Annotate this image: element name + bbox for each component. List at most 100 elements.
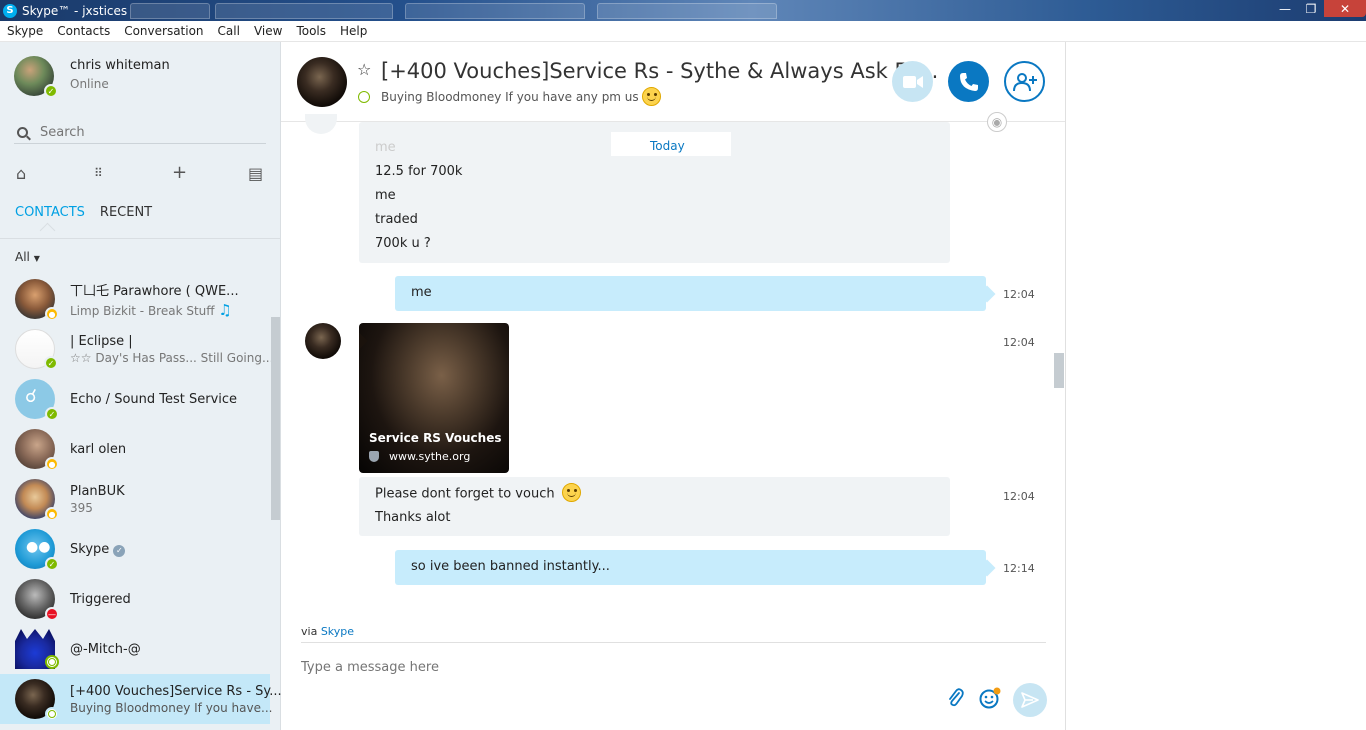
skype-logo-icon: S (3, 3, 17, 18)
tab-recent[interactable]: RECENT (100, 205, 152, 220)
avatar (15, 679, 59, 721)
bot-icon[interactable]: ▤ (248, 164, 263, 183)
smile-emoji-icon (561, 483, 581, 502)
contact-name: Skype ✓ (70, 542, 126, 557)
link-preview-card[interactable]: Service RS Vouches www.sythe.org (359, 323, 509, 473)
message-time: 12:04 (1003, 490, 1035, 503)
tab-contacts[interactable]: CONTACTS (15, 205, 85, 220)
contact-name: Triggered (70, 591, 131, 607)
emoticon-button[interactable] (979, 687, 1001, 709)
conversation-scrollbar[interactable] (1054, 353, 1064, 388)
list-item[interactable]: — Triggered (0, 574, 270, 624)
minimize-button[interactable]: — (1272, 0, 1298, 17)
contact-list: ● 丅凵乇 Parawhore ( QWE... Limp Bizkit - B… (0, 274, 282, 724)
menu-tools[interactable]: Tools (289, 24, 333, 38)
list-item[interactable]: @-Mitch-@ (0, 624, 270, 674)
list-item[interactable]: ●● ✓ Skype ✓ (0, 524, 270, 574)
avatar[interactable]: ✓ (14, 56, 58, 98)
contact-name: Echo / Sound Test Service (70, 391, 238, 407)
profile-status[interactable]: Online (70, 77, 170, 91)
voice-call-button[interactable] (948, 61, 989, 102)
link-preview-title: Service RS Vouches (369, 431, 502, 445)
offline-status-icon (358, 90, 370, 103)
background-window-tab (597, 3, 777, 19)
online-status-icon: ✓ (45, 407, 59, 421)
send-icon (1021, 692, 1039, 708)
list-item[interactable]: ● PlanBUK 395 (0, 474, 270, 524)
contact-mood: Buying Bloodmoney If you have... (70, 700, 273, 715)
message-text: Thanks alot (375, 510, 451, 525)
menu-conversation[interactable]: Conversation (117, 24, 210, 38)
dialpad-icon[interactable]: ⠿ (94, 166, 103, 180)
close-button[interactable]: ✕ (1324, 0, 1366, 17)
filter-label: All (15, 250, 30, 264)
list-item[interactable]: ☌ ✓ Echo / Sound Test Service (0, 374, 270, 424)
add-icon[interactable]: + (172, 162, 187, 183)
conversation-mood: Buying Bloodmoney If you have any pm us (358, 87, 661, 106)
right-panel (1066, 42, 1366, 730)
conversation-title[interactable]: [+400 Vouches]Service Rs - Sythe & Alway… (381, 59, 938, 83)
outgoing-message[interactable]: so ive been banned instantly... (395, 550, 986, 585)
online-status-icon: ✓ (44, 84, 58, 98)
avatar: ● (15, 479, 59, 521)
attach-file-button[interactable] (945, 687, 967, 709)
sidebar-toolbar: ⌂ ⠿ + ▤ (14, 162, 268, 184)
menu-call[interactable]: Call (211, 24, 247, 38)
outgoing-message[interactable]: me (395, 276, 986, 311)
incoming-message[interactable]: Please dont forget to vouch Thanks alot (359, 477, 950, 536)
contact-name: karl olen (70, 441, 127, 457)
message-text: Please dont forget to vouch (375, 483, 581, 502)
background-window-tab (215, 3, 393, 19)
contact-name: [+400 Vouches]Service Rs - Sy... (70, 683, 282, 699)
avatar: ●● ✓ (15, 529, 59, 571)
emoticon-icon (979, 687, 1001, 709)
avatar[interactable] (297, 57, 347, 107)
window-title: Skype™ - jxstices (22, 3, 128, 18)
avatar[interactable] (305, 323, 341, 359)
shield-icon (369, 451, 379, 462)
message-text: 700k u ? (375, 236, 431, 251)
menu-bar: Skype Contacts Conversation Call View To… (0, 21, 1366, 42)
search-input[interactable] (40, 125, 240, 140)
message-text: so ive been banned instantly... (411, 559, 610, 574)
contact-list-scrollbar[interactable] (271, 317, 280, 520)
list-item-selected[interactable]: [+400 Vouches]Service Rs - Sy... Buying … (0, 674, 282, 724)
home-icon[interactable]: ⌂ (16, 164, 26, 183)
search-icon (17, 127, 28, 138)
music-note-icon: ♫ (218, 300, 232, 319)
chevron-down-icon: ▼ (33, 254, 40, 263)
search-box[interactable] (14, 122, 266, 144)
video-call-button[interactable] (892, 61, 933, 102)
background-window-tab (130, 3, 210, 19)
tabs-divider (0, 238, 280, 239)
offline-status-icon (45, 655, 59, 669)
add-participants-button[interactable] (1004, 61, 1045, 102)
menu-contacts[interactable]: Contacts (50, 24, 117, 38)
via-skype-link[interactable]: Skype (321, 625, 354, 638)
star-icon[interactable]: ☆ (357, 60, 371, 79)
message-input[interactable] (301, 660, 901, 675)
contact-name: PlanBUK (70, 483, 125, 499)
message-time: 12:04 (1003, 288, 1035, 301)
contact-name: 丅凵乇 Parawhore ( QWE... (70, 283, 239, 299)
do-not-disturb-icon: — (45, 607, 59, 621)
maximize-button[interactable]: ❐ (1298, 0, 1324, 17)
headset-icon: ☌ (25, 386, 38, 407)
contact-filter-dropdown[interactable]: All ▼ (15, 250, 40, 264)
contact-mood: Limp Bizkit - Break Stuff ♫ (70, 300, 232, 319)
list-item[interactable]: ✓ | Eclipse | ☆☆ Day's Has Pass... Still… (0, 324, 273, 374)
add-person-icon (1012, 72, 1037, 91)
list-item[interactable]: ● karl olen (0, 424, 270, 474)
my-profile[interactable]: ✓ chris whiteman Online (14, 56, 170, 98)
video-camera-icon (902, 75, 923, 88)
away-status-icon: ● (45, 307, 59, 321)
background-window-tab (405, 3, 585, 19)
paperclip-icon (949, 688, 964, 707)
message-text: me (375, 188, 396, 203)
menu-skype[interactable]: Skype (0, 24, 50, 38)
send-button[interactable] (1013, 683, 1047, 717)
menu-view[interactable]: View (247, 24, 289, 38)
list-item[interactable]: ● 丅凵乇 Parawhore ( QWE... Limp Bizkit - B… (0, 274, 270, 324)
profile-name: chris whiteman (70, 58, 170, 73)
menu-help[interactable]: Help (333, 24, 374, 38)
